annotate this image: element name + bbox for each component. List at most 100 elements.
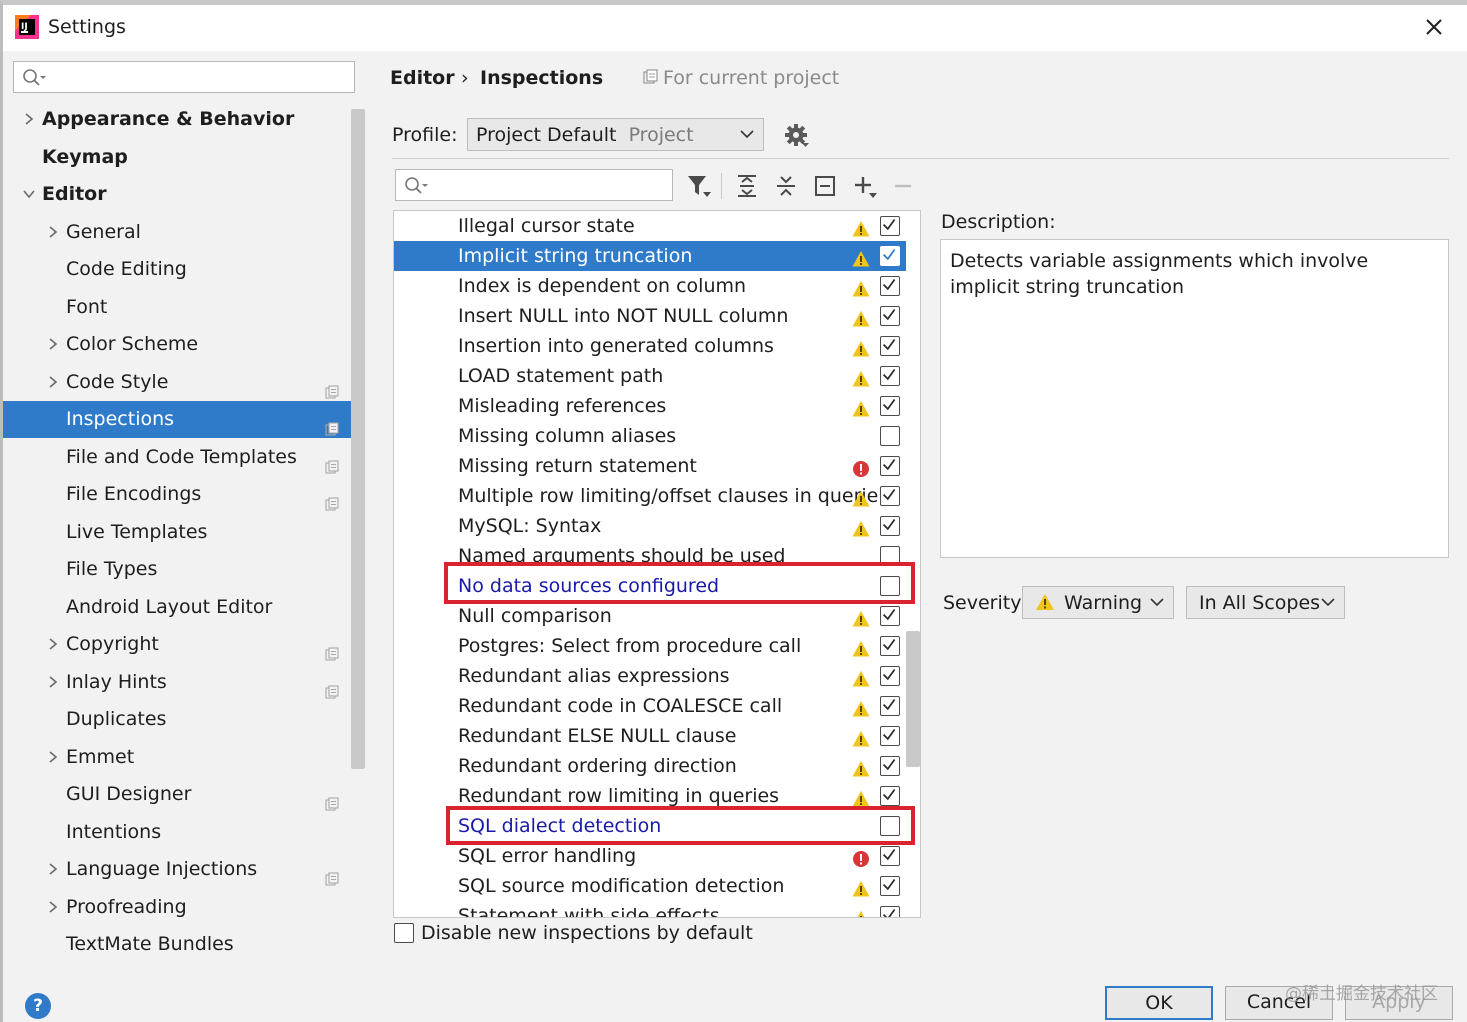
inspection-enabled-checkbox[interactable] xyxy=(880,666,900,686)
inspection-enabled-checkbox[interactable] xyxy=(880,906,900,917)
inspection-enabled-checkbox[interactable] xyxy=(880,606,900,626)
profile-dropdown[interactable]: Project Default Project xyxy=(467,118,764,151)
inspection-enabled-checkbox[interactable] xyxy=(880,816,900,836)
severity-dropdown[interactable]: Warning xyxy=(1022,586,1174,619)
inspection-row[interactable]: MySQL: Syntax xyxy=(394,511,906,541)
inspection-row[interactable]: Illegal cursor state xyxy=(394,211,906,241)
inspection-enabled-checkbox[interactable] xyxy=(880,276,900,296)
sidebar-item-editor[interactable]: Editor xyxy=(3,176,365,213)
chevron-right-icon[interactable] xyxy=(47,638,59,650)
inspection-row[interactable]: Multiple row limiting/offset clauses in … xyxy=(394,481,906,511)
inspection-row[interactable]: No data sources configured xyxy=(394,571,906,601)
inspection-enabled-checkbox[interactable] xyxy=(880,306,900,326)
inspection-enabled-checkbox[interactable] xyxy=(880,636,900,656)
inspection-row[interactable]: SQL error handling xyxy=(394,841,906,871)
inspection-enabled-checkbox[interactable] xyxy=(880,846,900,866)
add-icon[interactable] xyxy=(852,173,878,199)
settings-search-input[interactable] xyxy=(13,61,355,93)
inspection-row[interactable]: Insertion into generated columns xyxy=(394,331,906,361)
sidebar-item-file-and-code-templates[interactable]: File and Code Templates xyxy=(3,439,365,476)
inspection-row[interactable]: Redundant alias expressions xyxy=(394,661,906,691)
inspection-list-scrollbar[interactable] xyxy=(906,631,920,767)
inspection-row[interactable]: Insert NULL into NOT NULL column xyxy=(394,301,906,331)
inspection-enabled-checkbox[interactable] xyxy=(880,576,900,596)
sidebar-item-inlay-hints[interactable]: Inlay Hints xyxy=(3,664,365,701)
filter-icon[interactable] xyxy=(686,173,712,199)
inspection-enabled-checkbox[interactable] xyxy=(880,696,900,716)
chevron-right-icon[interactable] xyxy=(47,900,59,913)
reset-icon[interactable] xyxy=(812,173,838,199)
expand-all-icon[interactable] xyxy=(734,173,760,199)
sidebar-item-android-layout-editor[interactable]: Android Layout Editor xyxy=(3,589,365,626)
chevron-right-icon[interactable] xyxy=(23,113,35,125)
sidebar-item-font[interactable]: Font xyxy=(3,289,365,326)
sidebar-item-intentions[interactable]: Intentions xyxy=(3,814,365,851)
inspection-enabled-checkbox[interactable] xyxy=(880,246,900,266)
inspection-row[interactable]: Implicit string truncation xyxy=(394,241,906,271)
inspection-row[interactable]: Named arguments should be used xyxy=(394,541,906,571)
inspection-row[interactable]: Null comparison xyxy=(394,601,906,631)
sidebar-scrollbar[interactable] xyxy=(351,109,365,769)
sidebar-item-live-templates[interactable]: Live Templates xyxy=(3,514,365,551)
sidebar-item-color-scheme[interactable]: Color Scheme xyxy=(3,326,365,363)
inspection-row[interactable]: Statement with side effects xyxy=(394,901,906,917)
sidebar-item-appearance-behavior[interactable]: Appearance & Behavior xyxy=(3,101,365,138)
sidebar-item-proofreading[interactable]: Proofreading xyxy=(3,889,365,926)
inspection-row[interactable]: Redundant code in COALESCE call xyxy=(394,691,906,721)
inspection-enabled-checkbox[interactable] xyxy=(880,486,900,506)
sidebar-item-inspections[interactable]: Inspections xyxy=(3,401,365,438)
inspection-enabled-checkbox[interactable] xyxy=(880,756,900,776)
inspection-enabled-checkbox[interactable] xyxy=(880,366,900,386)
sidebar-item-emmet[interactable]: Emmet xyxy=(3,739,365,776)
sidebar-item-code-style[interactable]: Code Style xyxy=(3,364,365,401)
inspection-enabled-checkbox[interactable] xyxy=(880,216,900,236)
scope-dropdown[interactable]: In All Scopes xyxy=(1186,586,1345,619)
chevron-right-icon[interactable] xyxy=(47,338,59,350)
help-button[interactable]: ? xyxy=(25,993,51,1019)
chevron-right-icon[interactable] xyxy=(47,225,59,238)
inspection-row[interactable]: Redundant row limiting in queries xyxy=(394,781,906,811)
inspection-enabled-checkbox[interactable] xyxy=(880,516,900,536)
inspection-row[interactable]: SQL source modification detection xyxy=(394,871,906,901)
inspection-row[interactable]: Postgres: Select from procedure call xyxy=(394,631,906,661)
chevron-right-icon[interactable] xyxy=(47,375,59,388)
inspection-search-input[interactable] xyxy=(395,169,673,201)
inspection-row[interactable]: Redundant ELSE NULL clause xyxy=(394,721,906,751)
sidebar-item-language-injections[interactable]: Language Injections xyxy=(3,851,365,888)
inspection-enabled-checkbox[interactable] xyxy=(880,546,900,566)
chevron-right-icon[interactable] xyxy=(47,675,59,688)
breadcrumb-editor[interactable]: Editor xyxy=(390,67,455,89)
remove-icon[interactable] xyxy=(890,173,916,199)
sidebar-item-code-editing[interactable]: Code Editing xyxy=(3,251,365,288)
chevron-right-icon[interactable] xyxy=(47,863,59,875)
inspection-enabled-checkbox[interactable] xyxy=(880,876,900,896)
chevron-down-icon[interactable] xyxy=(23,188,35,200)
disable-new-inspections-checkbox[interactable] xyxy=(394,923,414,943)
sidebar-item-textmate-bundles[interactable]: TextMate Bundles xyxy=(3,926,365,963)
sidebar-item-keymap[interactable]: Keymap xyxy=(3,139,365,176)
inspection-row[interactable]: LOAD statement path xyxy=(394,361,906,391)
sidebar-item-file-encodings[interactable]: File Encodings xyxy=(3,476,365,513)
sidebar-item-duplicates[interactable]: Duplicates xyxy=(3,701,365,738)
inspection-row[interactable]: Misleading references xyxy=(394,391,906,421)
inspection-enabled-checkbox[interactable] xyxy=(880,456,900,476)
close-icon[interactable] xyxy=(1421,14,1447,40)
inspection-row[interactable]: Index is dependent on column xyxy=(394,271,906,301)
collapse-all-icon[interactable] xyxy=(773,173,799,199)
inspection-enabled-checkbox[interactable] xyxy=(880,396,900,416)
inspection-row[interactable]: Redundant ordering direction xyxy=(394,751,906,781)
inspection-enabled-checkbox[interactable] xyxy=(880,726,900,746)
sidebar-item-file-types[interactable]: File Types xyxy=(3,551,365,588)
inspection-row[interactable]: Missing column aliases xyxy=(394,421,906,451)
inspection-enabled-checkbox[interactable] xyxy=(880,786,900,806)
inspection-enabled-checkbox[interactable] xyxy=(880,426,900,446)
ok-button[interactable]: OK xyxy=(1105,986,1213,1020)
sidebar-item-general[interactable]: General xyxy=(3,214,365,251)
inspection-row[interactable]: SQL dialect detection xyxy=(394,811,906,841)
chevron-right-icon[interactable] xyxy=(47,750,59,763)
sidebar-item-gui-designer[interactable]: GUI Designer xyxy=(3,776,365,813)
inspection-enabled-checkbox[interactable] xyxy=(880,336,900,356)
inspection-row[interactable]: Missing return statement xyxy=(394,451,906,481)
sidebar-item-copyright[interactable]: Copyright xyxy=(3,626,365,663)
gear-icon[interactable] xyxy=(784,123,810,149)
